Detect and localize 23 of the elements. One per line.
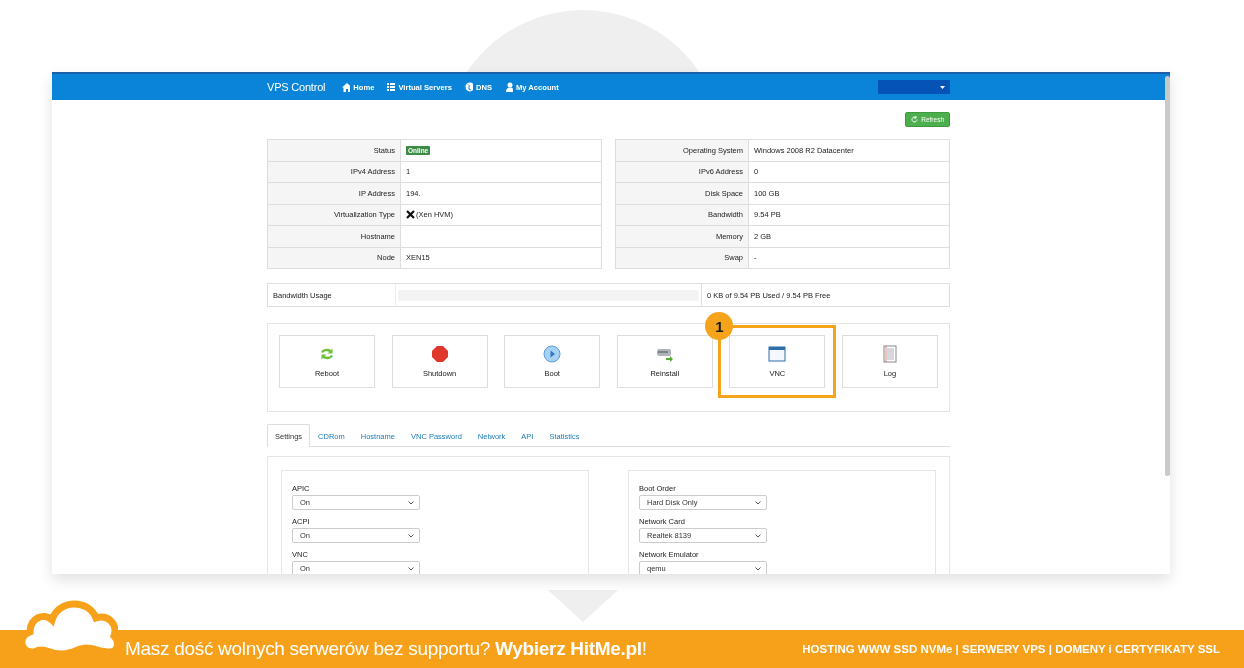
grid-icon [387,82,396,92]
globe-icon [464,82,473,92]
chevron-icon [408,500,414,505]
scrollbar[interactable] [1165,76,1170,476]
window-icon [768,345,787,363]
chevron-icon [755,500,761,505]
home-icon [342,82,351,92]
chevron-icon [755,533,761,538]
chevron-icon [755,566,761,571]
account-dropdown[interactable] [878,80,950,94]
cross-icon [406,210,415,220]
refresh-icon [911,116,919,123]
step-badge: 1 [705,312,734,340]
document-icon [880,345,899,363]
user-icon [504,82,513,92]
chevron-icon [408,533,414,538]
banner-slogan: Masz dość wolnych serwerów bez supportu? Wybierz HitMe.pl! [125,638,647,660]
chevron-icon [408,566,414,571]
banner-services: HOSTING WWW SSD NVMe | SERWERY VPS | DOMENY i CERTYFIKATY SSL [802,643,1220,655]
stop-sign-icon [430,345,449,363]
play-icon [543,345,562,363]
brand-logo[interactable]: VPS Control [267,81,326,93]
caret-icon [940,85,945,89]
